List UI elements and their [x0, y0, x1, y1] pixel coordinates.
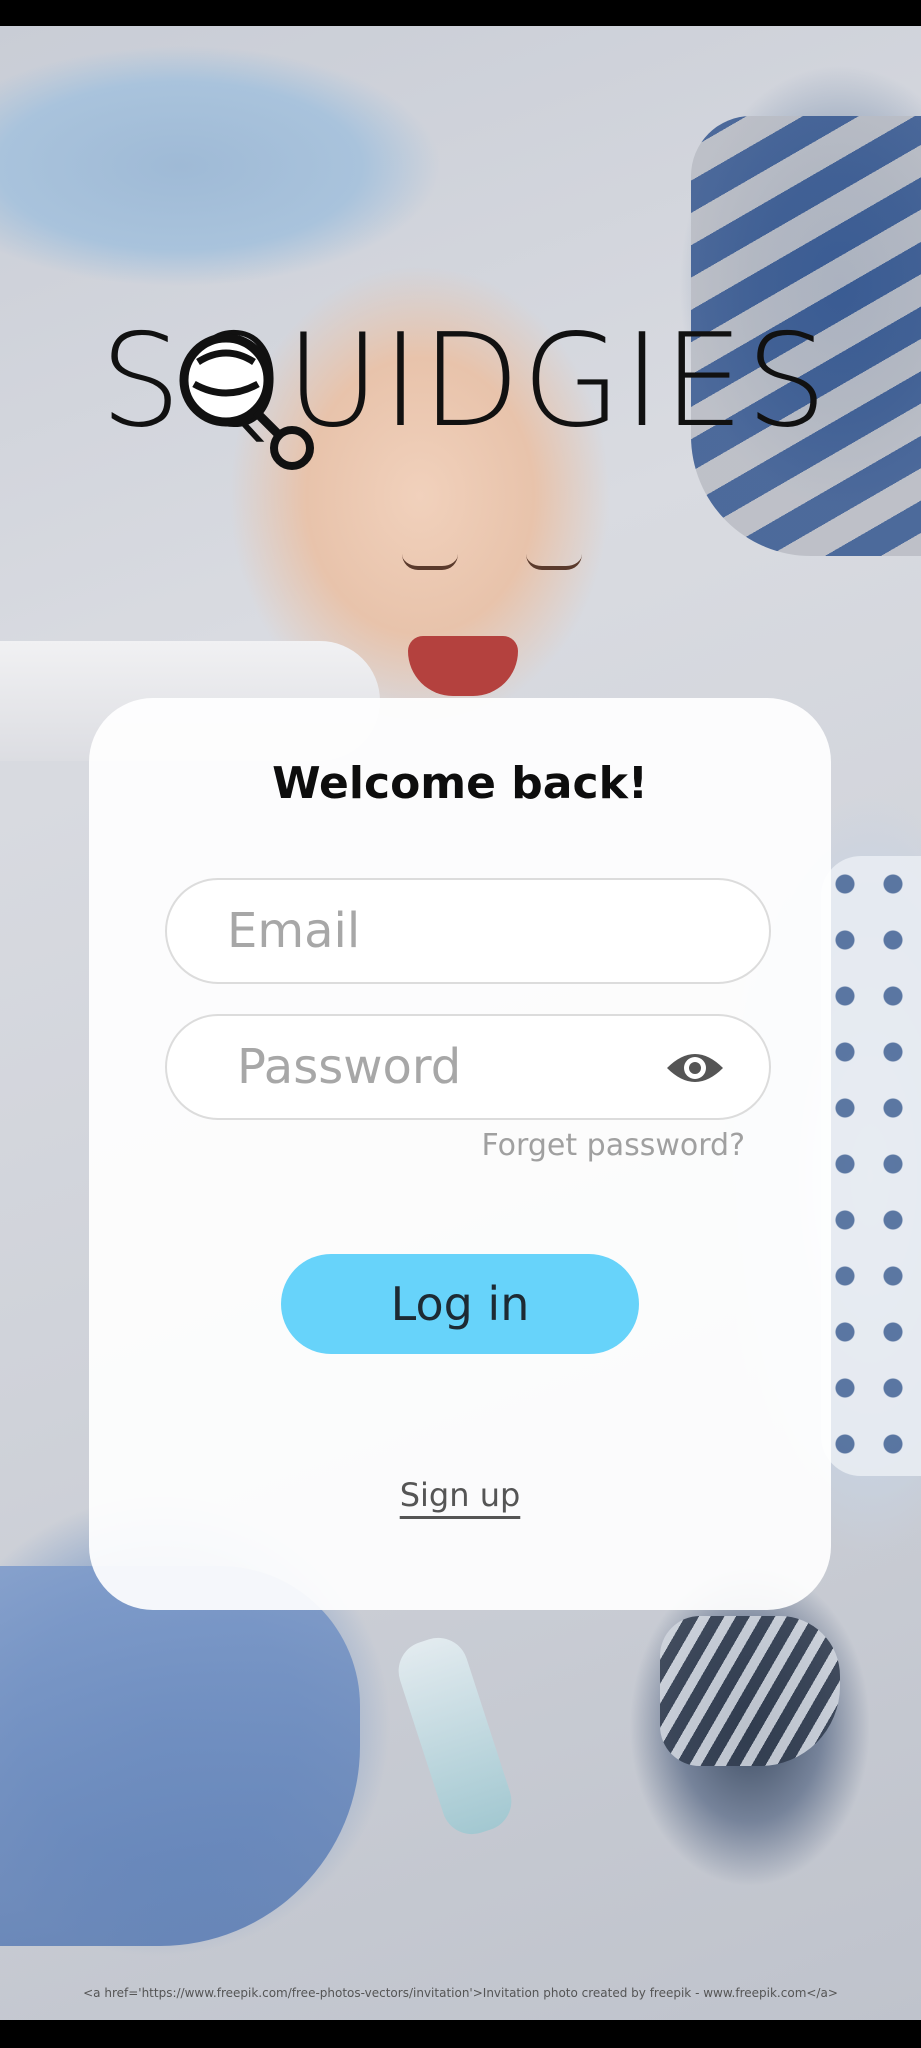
login-button[interactable]: Log in [281, 1254, 639, 1354]
login-card: Welcome back! Forget password? Log in Si… [89, 698, 831, 1610]
rattle-icon [179, 333, 314, 470]
background-brush [390, 1630, 520, 1842]
background-star-clothing [821, 856, 921, 1476]
email-field[interactable] [165, 878, 771, 984]
app-logo: SQUIDGIES [100, 312, 827, 470]
password-input[interactable] [237, 1016, 677, 1118]
signup-row: Sign up [89, 1476, 831, 1514]
photo-attribution: <a href='https://www.freepik.com/free-ph… [83, 1986, 838, 2000]
background-baby-mouth [408, 636, 518, 696]
navigation-bar [0, 2020, 921, 2048]
page-title: Welcome back! [272, 758, 648, 809]
forgot-password-link[interactable]: Forget password? [482, 1128, 746, 1163]
eye-icon[interactable] [665, 1046, 725, 1090]
background-baby-eyes [382, 546, 602, 586]
background-jeans [0, 1566, 360, 1946]
background-shoe [660, 1616, 840, 1766]
password-field[interactable] [165, 1014, 771, 1120]
status-bar [0, 0, 921, 26]
email-input[interactable] [227, 880, 667, 982]
signup-link[interactable]: Sign up [400, 1476, 521, 1514]
